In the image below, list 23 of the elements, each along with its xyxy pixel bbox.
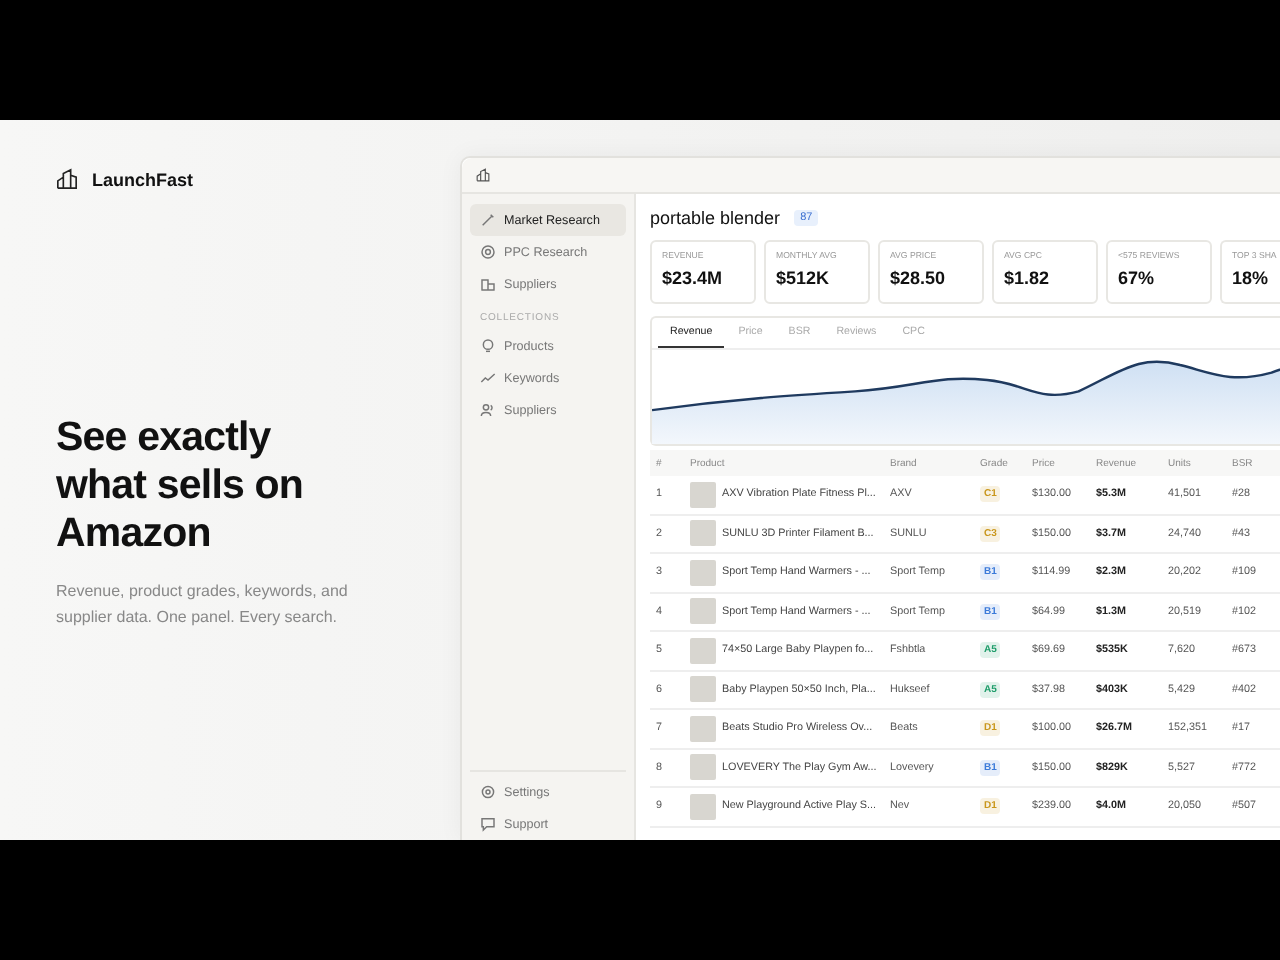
description: Revenue, product grades, keywords, and supplier data. One panel. Every search. — [56, 580, 350, 630]
search-title: portable blender — [650, 208, 781, 228]
logo-icon — [476, 168, 490, 182]
logo-icon — [56, 168, 78, 190]
photo-placeholder — [690, 754, 716, 781]
chat-icon — [480, 816, 496, 832]
bulb-icon — [480, 338, 496, 354]
photo-placeholder — [690, 637, 716, 664]
photo-placeholder — [690, 715, 716, 742]
target-icon — [480, 244, 496, 260]
photo-placeholder — [690, 520, 716, 547]
photo-placeholder — [690, 676, 716, 703]
photo-placeholder — [690, 559, 716, 586]
trend-line-icon — [480, 370, 496, 386]
photo-placeholder — [690, 598, 716, 625]
photo-placeholder — [690, 793, 716, 820]
pencil-icon — [480, 212, 496, 228]
headline: See exactly what sells on Amazon — [56, 414, 306, 558]
people-icon — [480, 402, 496, 418]
gear-icon — [480, 784, 496, 800]
brand-name: LaunchFast — [92, 169, 194, 189]
building-icon — [480, 276, 496, 292]
photo-placeholder — [690, 481, 716, 508]
